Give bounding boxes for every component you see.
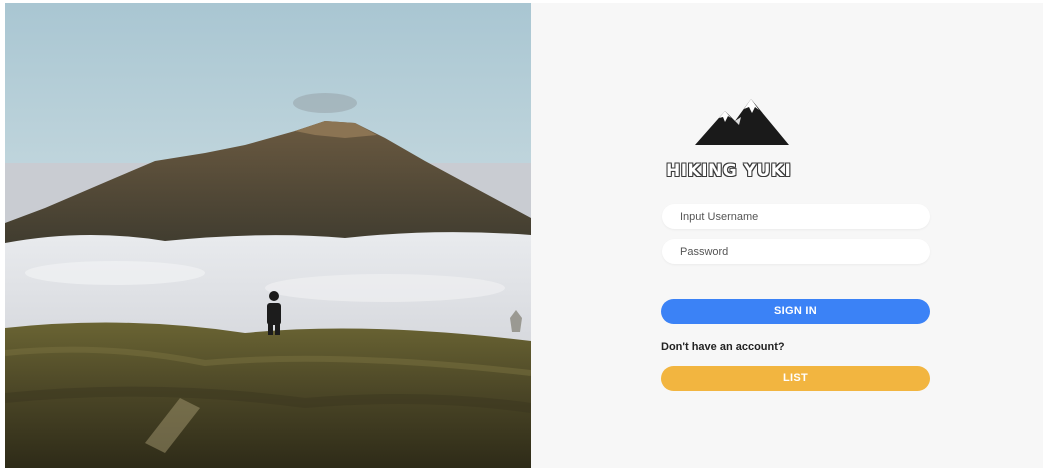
sign-in-button[interactable]: SIGN IN (661, 299, 930, 324)
mountain-landscape-image (5, 3, 531, 468)
signup-prompt: Don't have an account? (661, 341, 785, 353)
app-window: HIKING YUKI SIGN IN Don't have an accoun… (0, 0, 1047, 468)
list-button[interactable]: LIST (661, 366, 930, 391)
password-input[interactable] (662, 239, 930, 264)
login-panel: HIKING YUKI SIGN IN Don't have an accoun… (531, 3, 1043, 468)
brand-name: HIKING YUKI (666, 161, 792, 181)
mountain-logo-icon (695, 95, 789, 151)
username-input[interactable] (662, 204, 930, 229)
